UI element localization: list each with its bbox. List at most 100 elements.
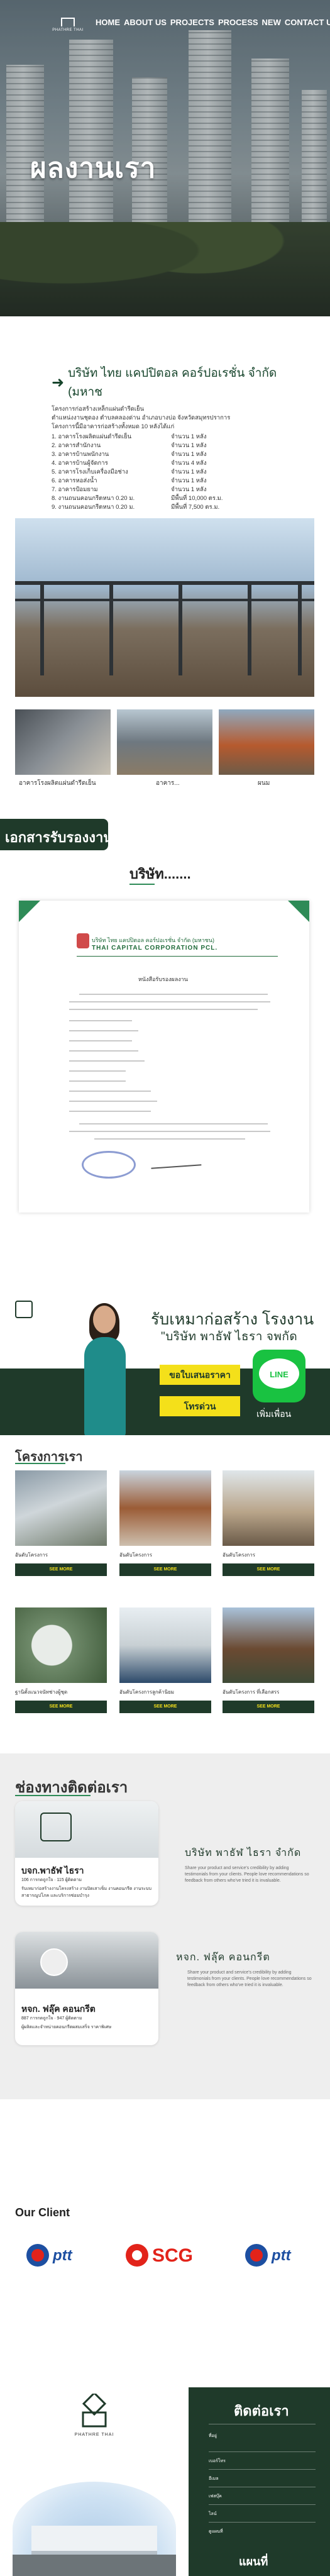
svg-text:ptt: ptt <box>271 2247 292 2264</box>
divider <box>129 884 155 885</box>
see-more-button[interactable]: SEE MORE <box>15 1701 107 1713</box>
footer-map-link[interactable]: ดูแผนที่ <box>209 2528 223 2535</box>
svg-text:ptt: ptt <box>52 2247 73 2264</box>
spec-row: 9. งานถนนคอนกรีตหนา 0.20 ม. มีพื้นที่ 7,5… <box>52 504 220 511</box>
spec-row: 3. อาคารบ้านพนักงาน จำนวน 1 หลัง <box>52 451 207 458</box>
see-more-button[interactable]: SEE MORE <box>15 1563 107 1576</box>
contact-banner: รับเหมาก่อสร้าง โรงงาน "บริษัท พาธัฬ ไธร… <box>0 1293 330 1435</box>
logo-icon <box>61 18 75 26</box>
clients-title: Our Client <box>15 2206 70 2219</box>
company-seal-icon <box>77 933 89 948</box>
see-more-button[interactable]: SEE MORE <box>119 1563 211 1576</box>
client-logo-scg: SCG <box>123 2240 201 2270</box>
project-card: อันดับโครงการ SEE MORE <box>119 1470 211 1587</box>
contact-channels: ช่องทางติดต่อเรา บจก.พาธัฬ ไธรา 106 การก… <box>0 1753 330 2099</box>
nav-projects[interactable]: PROJECTS <box>170 18 214 27</box>
gallery-thumbnail[interactable] <box>219 709 314 775</box>
thumbnail-caption: อาคาร... <box>156 780 180 787</box>
channel-description: Share your product and service's credibi… <box>187 1970 312 1987</box>
divider <box>15 1795 91 1796</box>
project-line: ตำแหน่งงานชุดอง ตำบลคลองด่าน อำเภอบางบ่อ… <box>52 414 231 421</box>
nav-process[interactable]: PROCESS <box>218 18 258 27</box>
footer-brand: PHATHRE THAI <box>74 2433 114 2437</box>
nav-home[interactable]: HOME <box>96 18 120 27</box>
project-image[interactable] <box>223 1607 314 1683</box>
company-info: ➜ บริษัท ไทย แคปปิตอล คอร์ปอเรชั่น จำกัด… <box>52 364 303 512</box>
project-card: อันดับโครงการ SEE MORE <box>223 1470 314 1587</box>
company-name: บริษัท ไทย แคปปิตอล คอร์ปอเรชั่น จำกัด (… <box>68 367 277 399</box>
spec-row: 8. งานถนนคอนกรีตหนา 0.20 ม. มีพื้นที่ 10,… <box>52 495 223 502</box>
signature <box>150 1157 202 1169</box>
thumbnail-caption: อาคารโรงผลิตแผ่นดำรีดเย็น <box>19 780 96 787</box>
letter-company-th: บริษัท ไทย แคปปิตอล คอร์ปอเรชั่น จำกัด (… <box>92 937 215 943</box>
facebook-page-card[interactable]: หจก. ฟลุ๊ค คอนกรีต 887 การกดถูกใจ · 947 … <box>15 1932 158 2045</box>
add-friend-label[interactable]: เพิ่มเพื่อน <box>256 1407 291 1421</box>
page-logo-icon <box>40 1813 72 1841</box>
arrow-right-icon: ➜ <box>52 374 65 391</box>
line-icon[interactable]: LINE <box>253 1350 305 1402</box>
page-avatar <box>40 1948 68 1976</box>
certificate-letter[interactable]: บริษัท ไทย แคปปิตอล คอร์ปอเรชั่น จำกัด (… <box>19 901 309 1213</box>
page-description: รับเหมาก่อสร้างงานโครงสร้าง งานปิดเสาเข็… <box>21 1887 151 1898</box>
main-nav: HOME ABOUT US PROJECTS PROCESS NEW CONTA… <box>96 18 330 27</box>
thumbnail-caption: ผนม <box>258 780 270 787</box>
project-line: โครงการนี้มีอาคารก่อสร้างทั้งหมด 10 หลัง… <box>52 423 175 430</box>
channel-company-name: บริษัท พาธัฬ ไธรา จำกัด <box>185 1848 302 1858</box>
page-title: ผลงานเรา <box>30 153 157 184</box>
project-image[interactable] <box>15 1470 107 1546</box>
steel-structure-photo[interactable] <box>15 518 314 697</box>
spec-row: 5. อาคารโรงเก็บเครื่องมือช่าง จำนวน 1 หลั… <box>52 469 207 475</box>
channel-company-name: หจก. ฟลุ๊ค คอนกรีต <box>176 1952 270 1963</box>
photo-thumbnails <box>15 709 314 775</box>
footer-address: ที่อยู่ <box>209 2434 217 2438</box>
company-stamp-icon <box>82 1151 136 1179</box>
letter-company-en: THAI CAPITAL CORPORATION PCL. <box>92 945 218 952</box>
see-more-button[interactable]: SEE MORE <box>223 1563 314 1576</box>
project-caption: อันดับโครงการ <box>15 1552 48 1558</box>
page-stats: 106 การกดถูกใจ · 115 ผู้ติดตาม <box>21 1878 82 1882</box>
facebook-page-card[interactable]: บจก.พาธัฬ ไธรา 106 การกดถูกใจ · 115 ผู้ต… <box>15 1801 158 1906</box>
nav-about[interactable]: ABOUT US <box>124 18 167 27</box>
document-banner-label: เอกสารรับรองงาน <box>5 830 113 845</box>
project-image[interactable] <box>119 1607 211 1683</box>
project-card: อันดับโครงการ ที่เลือกสรร SEE MORE <box>223 1607 314 1724</box>
see-more-button[interactable]: SEE MORE <box>223 1701 314 1713</box>
divider <box>15 1463 65 1464</box>
call-now-button[interactable]: โทรด่วน <box>160 1396 240 1416</box>
building-image <box>13 2482 176 2576</box>
request-quote-button[interactable]: ขอใบเสนอราคา <box>160 1365 240 1385</box>
client-logo-ptt: ptt <box>23 2240 101 2270</box>
gallery-thumbnail[interactable] <box>117 709 212 775</box>
nav-contact[interactable]: CONTACT US <box>285 18 330 27</box>
spec-row: 6. อาคารหอส่งน้ำ จำนวน 1 หลัง <box>52 477 207 484</box>
map-button[interactable]: แผนที่ <box>239 2552 268 2570</box>
document-subtitle: บริษัท....... <box>129 866 191 882</box>
hero-section: PHATHRE THAI HOME ABOUT US PROJECTS PROC… <box>0 0 330 316</box>
project-card: ฐานิตั้งแนวจนัทช่างผู้ชุด SEE MORE <box>15 1607 107 1724</box>
project-caption: อันดับโครงการ <box>223 1552 256 1558</box>
site-logo[interactable]: PHATHRE THAI <box>49 18 87 36</box>
document-banner: เอกสารรับรองงาน <box>0 819 113 850</box>
project-line: โครงการก่อสร้างเหล็กแผ่นดำรีดเย็น <box>52 406 145 413</box>
spec-row: 4. อาคารบ้านผู้จัดการ จำนวน 4 หลัง <box>52 460 207 467</box>
page-description: ผู้ผลิตและจำหน่ายคอนกรีตผสมเสร็จ ราคาพิเ… <box>21 2025 112 2029</box>
logo-text: PHATHRE THAI <box>52 28 84 32</box>
project-caption: อันดับโครงการ ที่เลือกสรร <box>223 1689 280 1695</box>
project-image[interactable] <box>223 1470 314 1546</box>
nav-new[interactable]: NEW <box>262 18 281 27</box>
page-name: หจก. ฟลุ๊ค คอนกรีต <box>21 2004 96 2014</box>
project-image[interactable] <box>15 1607 107 1683</box>
project-caption: ฐานิตั้งแนวจนัทช่างผู้ชุด <box>15 1689 68 1695</box>
representative-photo <box>74 1303 136 1435</box>
project-image[interactable] <box>119 1470 211 1546</box>
spec-row: 1. อาคารโรงผลิตแผ่นดำรีดเย็น จำนวน 1 หลัง <box>52 433 207 440</box>
gallery-thumbnail[interactable] <box>15 709 111 775</box>
spec-row: 7. อาคารป้อมยาม จำนวน 1 หลัง <box>52 486 207 493</box>
see-more-button[interactable]: SEE MORE <box>119 1701 211 1713</box>
footer-facebook[interactable]: เฟสบุ๊ค <box>209 2493 222 2500</box>
channel-description: Share your product and service's credibi… <box>185 1866 309 1883</box>
footer-phone[interactable]: เบอร์โทร <box>209 2458 226 2465</box>
footer-line[interactable]: ไลน์ <box>209 2511 217 2518</box>
footer-email[interactable]: อีเมล <box>209 2475 219 2482</box>
footer: PHATHRE THAI ติดต่อเรา ที่อยู่ เบอร์โทร … <box>0 2387 330 2576</box>
